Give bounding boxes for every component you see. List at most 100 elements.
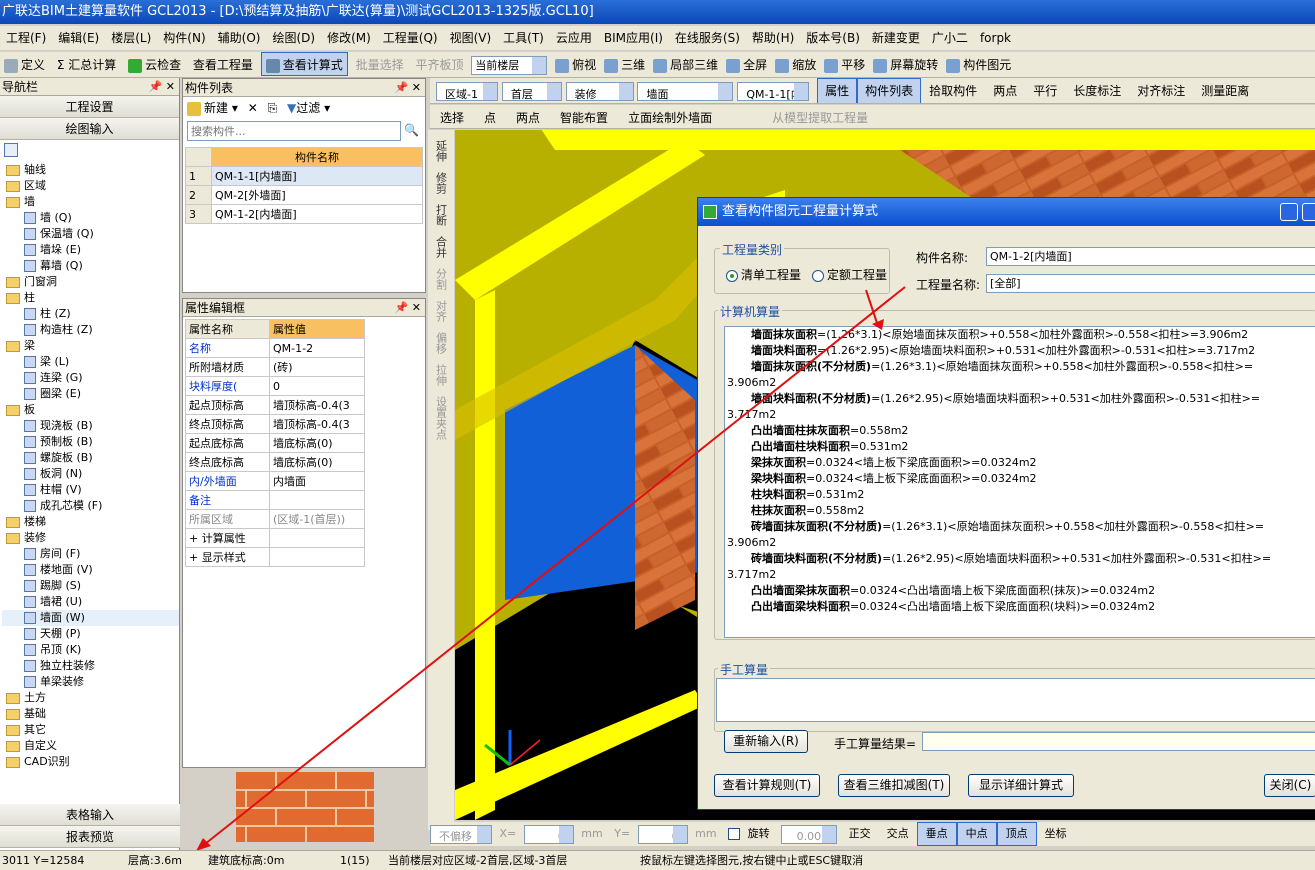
view-tool-2[interactable]: 局部三维 (649, 53, 722, 77)
property-value[interactable] (269, 547, 365, 567)
tree-item[interactable]: 单梁装修 (2, 674, 179, 690)
floor-combo[interactable]: 当前楼层 (471, 56, 548, 75)
category-select[interactable]: 装修 (565, 81, 634, 101)
x-input[interactable]: 0 (523, 824, 574, 844)
property-value[interactable]: 墙底标高(0) (269, 452, 365, 472)
nav-drawing-input-button[interactable]: 绘图输入 (0, 118, 179, 140)
close-button[interactable]: 关闭(C) (1264, 774, 1315, 797)
tree-item[interactable]: 预制板 (B) (2, 434, 179, 450)
view-tool-3[interactable]: 全屏 (722, 53, 771, 77)
delete-icon[interactable]: ✕ (248, 101, 258, 115)
property-value[interactable] (269, 528, 365, 548)
draw-mode-4[interactable]: 立面绘制外墙面 (618, 105, 722, 128)
view-tool-6[interactable]: 屏幕旋转 (869, 53, 942, 77)
props-pin-close[interactable]: 📌 ✕ (395, 299, 421, 317)
menu-item-10[interactable]: 云应用 (550, 26, 598, 50)
tree-folder[interactable]: 装修 (2, 530, 179, 546)
complist-pin-close[interactable]: 📌 ✕ (395, 79, 421, 97)
menu-item-3[interactable]: 构件(N) (157, 26, 211, 50)
tree-folder[interactable]: 基础 (2, 706, 179, 722)
property-row[interactable]: 起点顶标高 墙顶标高-0.4(3 (185, 395, 365, 415)
tree-item[interactable]: 踢脚 (S) (2, 578, 179, 594)
tree-folder[interactable]: 其它 (2, 722, 179, 738)
menu-item-11[interactable]: BIM应用(I) (598, 26, 669, 50)
toolbar-viewqty-button[interactable]: 查看工程量 (189, 53, 257, 77)
snap-2[interactable]: 垂点 (916, 822, 957, 846)
maximize-icon[interactable] (1302, 203, 1315, 221)
component-name[interactable]: QM-2[外墙面] (211, 185, 423, 205)
component-row[interactable]: 2 QM-2[外墙面] (185, 185, 423, 205)
menu-item-5[interactable]: 绘图(D) (266, 26, 321, 50)
property-row[interactable]: 备注 (185, 490, 365, 510)
tree-folder[interactable]: 梁 (2, 338, 179, 354)
property-value[interactable]: 墙顶标高-0.4(3 (269, 414, 365, 434)
calc-formula-text[interactable]: 墙面抹灰面积=(1.26*3.1)<原始墙面抹灰面积>+0.558<加柱外露面积… (724, 326, 1315, 638)
draw-tool-0[interactable]: 属性 (817, 78, 858, 103)
tree-folder[interactable]: 楼梯 (2, 514, 179, 530)
angle-input[interactable]: 0.000 (781, 824, 838, 844)
draw-tool-7[interactable]: 测量距离 (1193, 79, 1257, 103)
tree-folder[interactable]: 板 (2, 402, 179, 418)
tree-item[interactable]: 天棚 (P) (2, 626, 179, 642)
offset-combo[interactable]: 不偏移 (430, 824, 492, 844)
filter-button[interactable]: ▼过滤 ▾ (287, 101, 330, 115)
draw-tool-3[interactable]: 两点 (985, 79, 1025, 103)
edit-tool-1[interactable]: 修剪 (435, 172, 448, 194)
snap-0[interactable]: 正交 (841, 823, 879, 845)
toolbar-viewformula-button[interactable]: 查看计算式 (260, 52, 348, 76)
property-row[interactable]: 终点底标高 墙底标高(0) (185, 452, 365, 472)
menu-item-6[interactable]: 修改(M) (321, 26, 377, 50)
view-tool-7[interactable]: 构件图元 (942, 53, 1015, 77)
tree-item[interactable]: 楼地面 (V) (2, 562, 179, 578)
property-row[interactable]: + 显示样式 (185, 547, 365, 567)
tree-item[interactable]: 螺旋板 (B) (2, 450, 179, 466)
toolbar-cloudcheck-button[interactable]: 云检查 (124, 53, 185, 77)
property-value[interactable]: 墙底标高(0) (269, 433, 365, 453)
menu-item-2[interactable]: 楼层(L) (105, 26, 157, 50)
tree-folder[interactable]: 区域 (2, 178, 179, 194)
draw-mode-3[interactable]: 智能布置 (550, 105, 618, 128)
search-icon[interactable]: 🔍 (404, 123, 419, 137)
snap-4[interactable]: 顶点 (996, 822, 1037, 846)
view-tool-0[interactable]: 俯视 (551, 53, 600, 77)
tree-item[interactable]: 板洞 (N) (2, 466, 179, 482)
edit-tool-7[interactable]: 拉伸 (435, 364, 448, 386)
menu-item-17[interactable]: forpk (974, 26, 1017, 50)
tree-item[interactable]: 吊顶 (K) (2, 642, 179, 658)
tree-folder[interactable]: 土方 (2, 690, 179, 706)
menu-item-0[interactable]: 工程(F) (0, 26, 52, 50)
manual-calc-input[interactable] (716, 678, 1315, 722)
edit-tool-0[interactable]: 延伸 (435, 140, 448, 162)
menu-item-13[interactable]: 帮助(H) (746, 26, 800, 50)
draw-mode-2[interactable]: 两点 (506, 105, 550, 128)
collapse-all-icon[interactable] (4, 143, 18, 157)
view-tool-1[interactable]: 三维 (600, 53, 649, 77)
menu-item-7[interactable]: 工程量(Q) (377, 26, 444, 50)
tree-item[interactable]: 幕墙 (Q) (2, 258, 179, 274)
property-row[interactable]: 名称 QM-1-2 (185, 338, 365, 358)
view-tool-5[interactable]: 平移 (820, 53, 869, 77)
reinput-button[interactable]: 重新输入(R) (724, 730, 808, 753)
property-row[interactable]: 起点底标高 墙底标高(0) (185, 433, 365, 453)
menu-item-4[interactable]: 辅助(O) (212, 26, 267, 50)
tree-item[interactable]: 梁 (L) (2, 354, 179, 370)
type-select[interactable]: 墙面 (637, 81, 734, 101)
qty-name-field[interactable]: [全部] (986, 274, 1315, 293)
quota-qty-radio[interactable]: 定额工程量 (812, 266, 887, 283)
component-name[interactable]: QM-1-2[内墙面] (211, 204, 423, 224)
property-value[interactable]: 0 (269, 376, 365, 396)
property-value[interactable] (269, 490, 365, 510)
copy-icon[interactable]: ⎘ (268, 101, 278, 115)
edit-tool-2[interactable]: 打断 (435, 204, 448, 226)
nav-pin-close[interactable]: 📌 ✕ (149, 78, 175, 96)
tree-folder[interactable]: 墙 (2, 194, 179, 210)
tree-item[interactable]: 保温墙 (Q) (2, 226, 179, 242)
tree-folder[interactable]: 自定义 (2, 738, 179, 754)
snap-3[interactable]: 中点 (956, 822, 997, 846)
menu-item-8[interactable]: 视图(V) (444, 26, 498, 50)
menu-item-9[interactable]: 工具(T) (497, 26, 550, 50)
minimize-icon[interactable] (1280, 203, 1298, 221)
property-row[interactable]: 内/外墙面 内墙面 (185, 471, 365, 491)
tree-item[interactable]: 房间 (F) (2, 546, 179, 562)
toolbar-align-top-button[interactable]: 平齐板顶 (411, 53, 467, 77)
